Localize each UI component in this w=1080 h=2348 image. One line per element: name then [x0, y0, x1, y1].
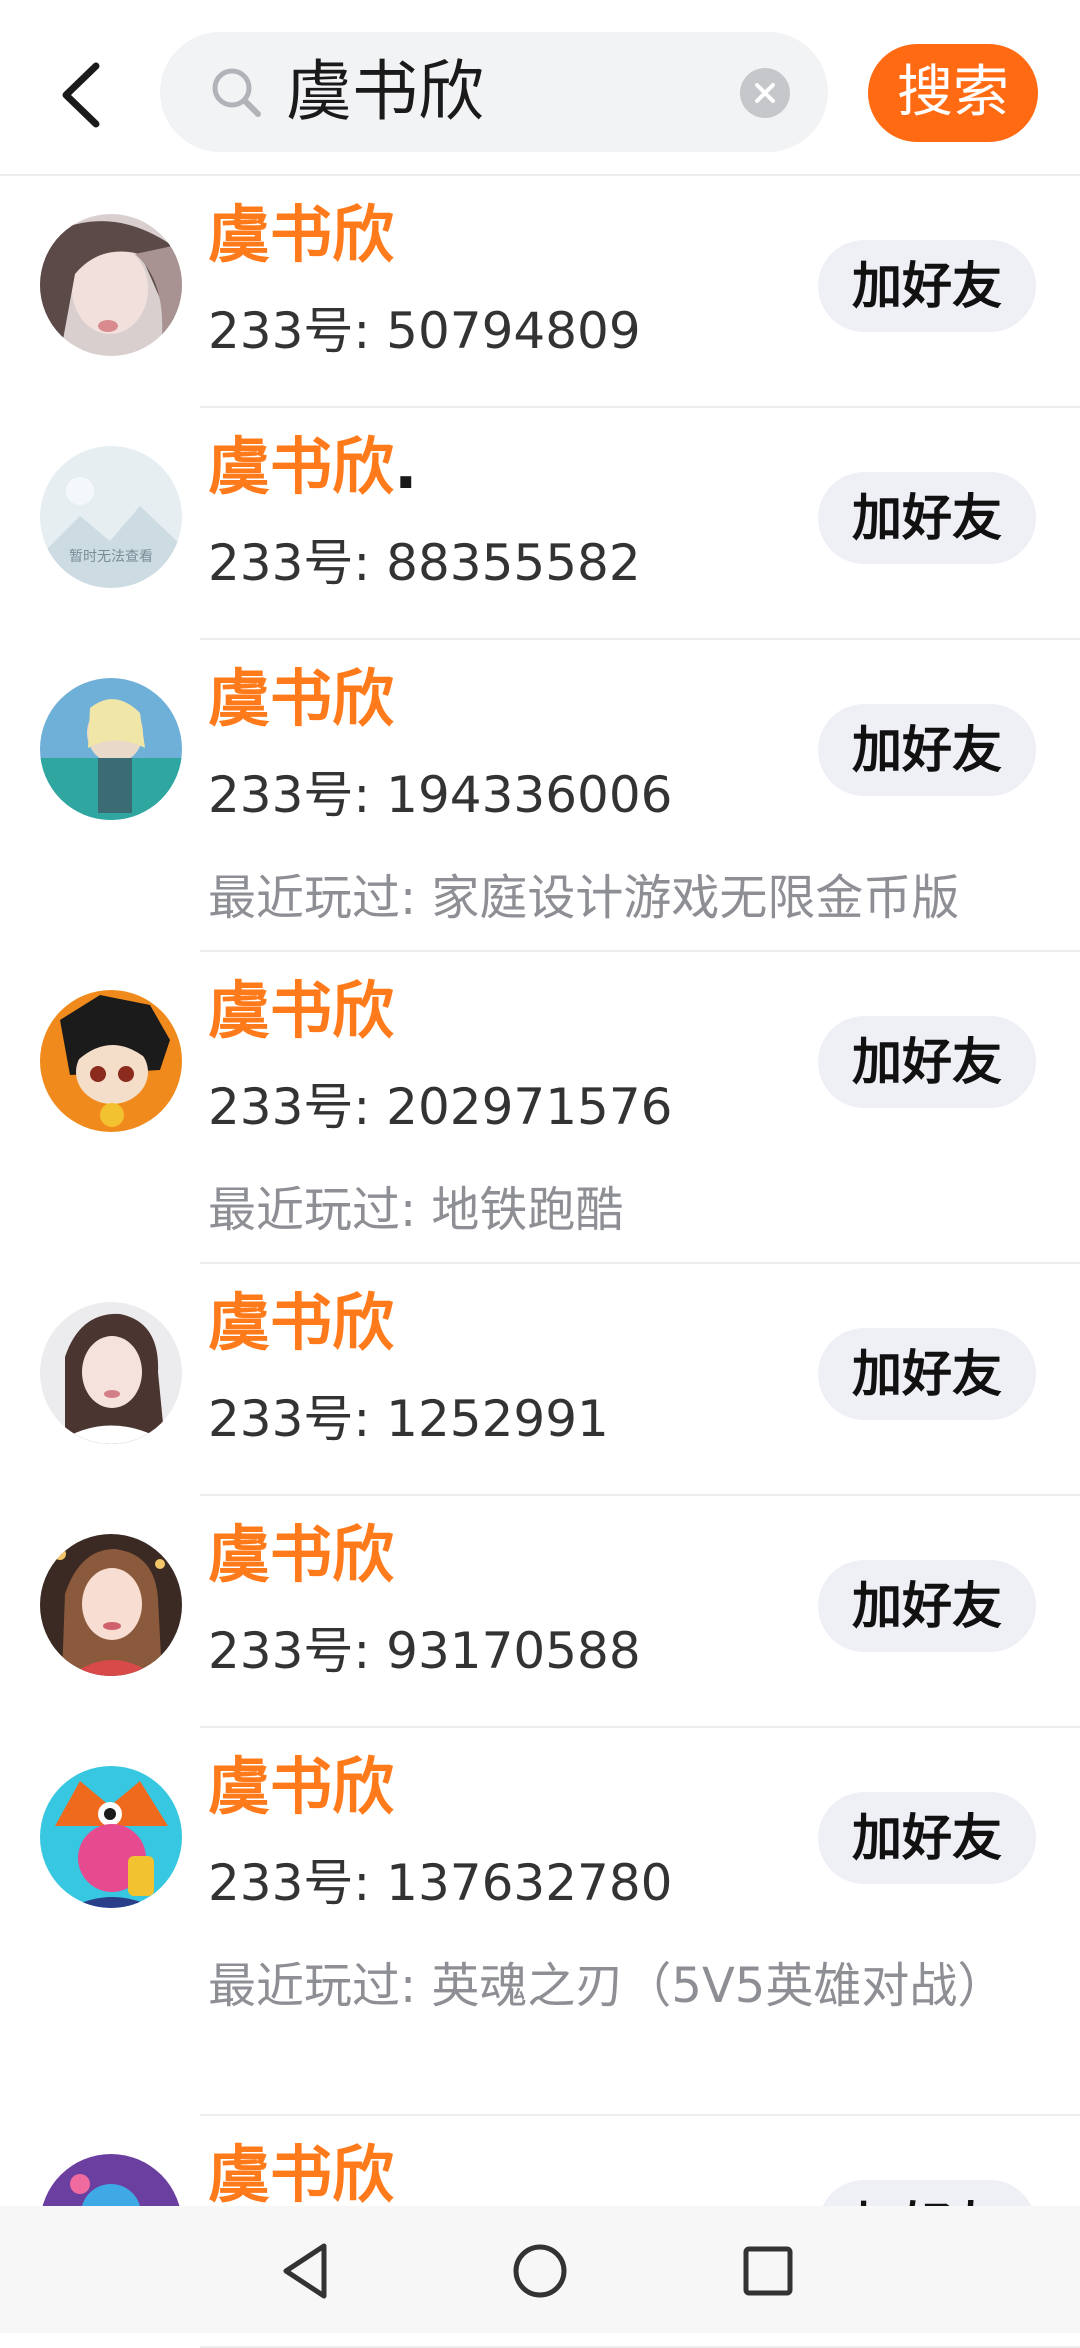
add-friend-button[interactable]: 加好友: [818, 240, 1036, 332]
user-name: 虞书欣: [208, 198, 395, 271]
user-id: 233号: 202971576: [208, 1078, 673, 1136]
user-name: 虞书欣: [208, 1286, 395, 1359]
user-row[interactable]: 虞书欣 233号: 93170588 加好友: [0, 1496, 1080, 1728]
user-name: 虞书欣: [208, 1518, 395, 1591]
nav-home-icon[interactable]: [505, 2236, 575, 2306]
user-result-list: 虞书欣 233号: 50794809 加好友 暂时无法查看 虞书欣. 233号:…: [0, 176, 1080, 2348]
user-id: 233号: 50794809: [208, 302, 641, 360]
recently-played: 最近玩过: 地铁跑酷: [208, 1182, 624, 1238]
user-row[interactable]: 虞书欣 233号: 50794809 加好友: [0, 176, 1080, 408]
user-name: 虞书欣.: [208, 430, 418, 503]
add-friend-button[interactable]: 加好友: [818, 704, 1036, 796]
search-button[interactable]: 搜索: [868, 44, 1038, 142]
avatar[interactable]: 暂时无法查看: [40, 446, 182, 588]
nav-recents-icon[interactable]: [733, 2236, 803, 2306]
recently-played: 最近玩过: 家庭设计游戏无限金币版: [208, 870, 960, 926]
avatar[interactable]: [40, 990, 182, 1132]
avatar[interactable]: [40, 1534, 182, 1676]
add-friend-button[interactable]: 加好友: [818, 1560, 1036, 1652]
clear-button[interactable]: [740, 68, 790, 118]
search-box[interactable]: [160, 32, 876, 152]
user-name: 虞书欣: [208, 662, 395, 735]
clear-icon: [755, 83, 775, 103]
user-id: 233号: 194336006: [208, 766, 673, 824]
user-id: 233号: 137632780: [208, 1854, 673, 1912]
user-row[interactable]: 虞书欣 233号: 194336006 最近玩过: 家庭设计游戏无限金币版 加好…: [0, 640, 1080, 952]
user-id: 233号: 93170588: [208, 1622, 641, 1680]
user-row[interactable]: 虞书欣 233号: 137632780 最近玩过: 英魂之刃（5V5英雄对战） …: [0, 1728, 1080, 2116]
user-row[interactable]: 暂时无法查看 虞书欣. 233号: 88355582 加好友: [0, 408, 1080, 640]
avatar[interactable]: [40, 1302, 182, 1444]
add-friend-button[interactable]: 加好友: [818, 472, 1036, 564]
chevron-left-icon: [62, 62, 100, 128]
avatar[interactable]: [40, 1766, 182, 1908]
user-row[interactable]: 虞书欣 233号: 1252991 加好友: [0, 1264, 1080, 1496]
user-id: 233号: 88355582: [208, 534, 641, 592]
add-friend-button[interactable]: 加好友: [818, 1792, 1036, 1884]
recently-played: 最近玩过: 英魂之刃（5V5英雄对战）: [208, 1958, 1006, 2014]
avatar[interactable]: [40, 678, 182, 820]
avatar[interactable]: [40, 214, 182, 356]
system-nav-bar: [0, 2206, 1080, 2333]
search-icon: [212, 68, 261, 117]
top-bar: 搜索: [0, 0, 1080, 176]
nav-back-icon[interactable]: [272, 2236, 342, 2306]
add-friend-button[interactable]: 加好友: [818, 1328, 1036, 1420]
user-name: 虞书欣: [208, 1750, 395, 1823]
user-name: 虞书欣: [208, 2138, 395, 2211]
back-button[interactable]: [40, 45, 120, 145]
avatar-placeholder-text: 暂时无法查看: [69, 549, 153, 565]
user-id: 233号: 1252991: [208, 1390, 609, 1448]
add-friend-button[interactable]: 加好友: [818, 1016, 1036, 1108]
user-name: 虞书欣: [208, 974, 395, 1047]
user-row[interactable]: 虞书欣 233号: 202971576 最近玩过: 地铁跑酷 加好友: [0, 952, 1080, 1264]
